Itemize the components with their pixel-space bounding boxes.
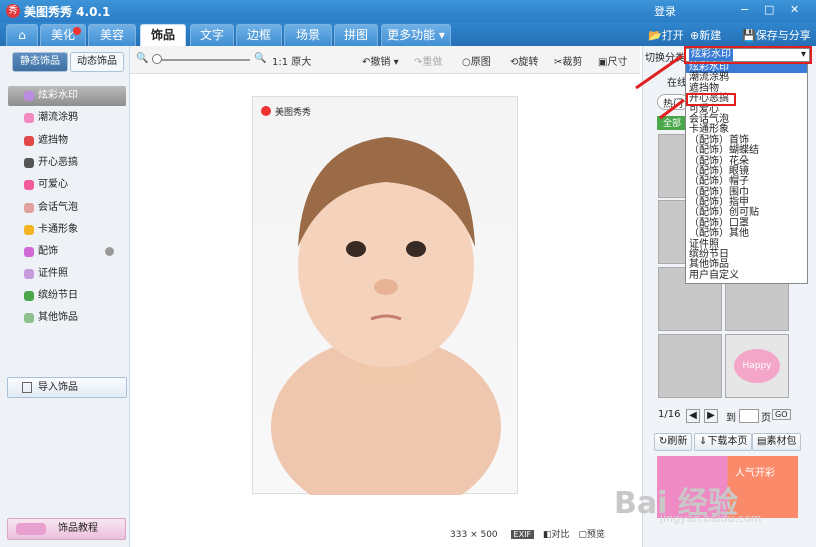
red-arrows <box>635 54 685 120</box>
sidebar-item-cover[interactable]: 遮挡物 <box>8 131 126 151</box>
gift-icon <box>24 291 34 301</box>
resize-button[interactable]: ▣尺寸 <box>598 53 627 68</box>
home-icon: ⌂ <box>18 28 26 42</box>
sidebar-item-bubble[interactable]: 会话气泡 <box>8 198 126 218</box>
crop-button[interactable]: ✂裁剪 <box>554 53 582 68</box>
exif-button[interactable]: EXIF <box>510 530 535 539</box>
watermark-icon <box>24 91 34 101</box>
id-photo-icon <box>24 269 34 279</box>
undo-button[interactable]: ↶撤销 ▾ <box>362 53 399 68</box>
open-button[interactable]: 📂打开 <box>648 27 684 43</box>
prev-page-button[interactable]: ◀ <box>686 409 700 423</box>
import-icon <box>22 382 32 393</box>
heart-icon <box>24 180 34 190</box>
tab-scene[interactable]: 场景 <box>284 24 332 46</box>
app-title: 美图秀秀 4.0.1 <box>24 5 111 19</box>
sidebar-item-decor[interactable]: 配饰 <box>8 242 126 262</box>
login-link[interactable]: 登录 <box>654 3 676 19</box>
title-bar: 秀 美图秀秀 4.0.1 登录 − □ ✕ <box>0 0 816 22</box>
baby-illustration <box>271 137 501 495</box>
minimize-button[interactable]: − <box>740 3 749 16</box>
home-tab[interactable]: ⌂ <box>6 24 38 46</box>
tab-accessories[interactable]: 饰品 <box>140 24 186 46</box>
actual-size-button[interactable]: 1:1 原大 <box>272 53 311 68</box>
baby-photo[interactable]: 美图秀秀 <box>252 96 518 495</box>
page-unit-label: 页 <box>761 413 771 424</box>
sidebar-item-funny[interactable]: 开心恶搞 <box>8 153 126 173</box>
original-button[interactable]: ○原图 <box>462 53 491 68</box>
highlight-box-dropdown <box>684 46 812 64</box>
page-input[interactable] <box>739 409 759 423</box>
save-share-button[interactable]: 💾保存与分享 <box>742 27 811 43</box>
category-option[interactable]: 用户自定义 <box>686 270 807 281</box>
preview-button[interactable]: ▢预览 <box>578 530 605 540</box>
maximize-button[interactable]: □ <box>764 3 774 16</box>
category-option[interactable]: （配饰）蝴蝶结 <box>686 145 807 156</box>
refresh-button[interactable]: ↻刷新 <box>654 433 693 451</box>
compare-button[interactable]: ◧对比 <box>543 530 570 540</box>
zoom-in-icon[interactable]: 🔍 <box>254 53 266 64</box>
image-height: 500 <box>480 530 498 540</box>
zoom-slider[interactable] <box>154 59 250 61</box>
tab-beautify[interactable]: 美化 <box>40 24 86 46</box>
cover-icon <box>24 136 34 146</box>
page-indicator: 1/16 <box>658 409 681 420</box>
status-bar: 333 × 500 EXIF ◧对比 ▢预览 <box>450 530 605 540</box>
nav-bar: ⌂ 美化 美容 饰品 文字 边框 场景 拼图 更多功能 ▾ 📂打开 ⊕新建 💾保… <box>0 22 816 46</box>
sidebar: 静态饰品 动态饰品 炫彩水印 潮流涂鸦 遮挡物 开心恶搞 可爱心 会话气泡 卡通… <box>0 46 130 547</box>
sidebar-item-festival[interactable]: 缤纷节日 <box>8 286 126 306</box>
zoom-slider-handle[interactable] <box>152 54 162 64</box>
expand-icon[interactable] <box>105 247 114 256</box>
import-accessory-button[interactable]: 导入饰品 <box>7 377 127 398</box>
goto-label: 到 <box>726 413 736 424</box>
tab-frame[interactable]: 边框 <box>236 24 282 46</box>
cartoon-icon <box>24 225 34 235</box>
sidebar-item-graffiti[interactable]: 潮流涂鸦 <box>8 108 126 128</box>
sidebar-item-id-photo[interactable]: 证件照 <box>8 264 126 284</box>
sidebar-item-watermark[interactable]: 炫彩水印 <box>8 86 126 106</box>
close-button[interactable]: ✕ <box>790 3 799 16</box>
download-page-button[interactable]: ⇓下载本页 <box>694 433 753 451</box>
material-pack-button[interactable]: ▤素材包 <box>752 433 802 451</box>
accessory-tutorial-button[interactable]: 饰品教程 <box>7 518 126 540</box>
zoom-out-icon[interactable]: 🔍 <box>136 53 148 64</box>
star-icon <box>24 313 34 323</box>
toolbar: 🔍 🔍 1:1 原大 ↶撤销 ▾ ↷重做 ○原图 ⟲旋转 ✂裁剪 ▣尺寸 <box>130 46 640 74</box>
next-page-button[interactable]: ▶ <box>704 409 718 423</box>
highlight-box-option <box>686 93 736 106</box>
tutorial-icon <box>16 523 46 535</box>
go-button[interactable]: GO <box>772 409 791 420</box>
bow-icon <box>24 247 34 257</box>
sidebar-item-other[interactable]: 其他饰品 <box>8 308 126 328</box>
material-thumb-happy[interactable]: Happy <box>725 334 789 398</box>
bubble-icon <box>24 203 34 213</box>
tab-collage[interactable]: 拼图 <box>334 24 378 46</box>
sidebar-item-heart[interactable]: 可爱心 <box>8 175 126 195</box>
image-width: 333 <box>450 530 468 540</box>
tab-more[interactable]: 更多功能 ▾ <box>381 24 451 46</box>
tab-beauty[interactable]: 美容 <box>88 24 136 46</box>
sidebar-item-cartoon[interactable]: 卡通形象 <box>8 220 126 240</box>
notification-dot <box>73 27 81 35</box>
tab-text[interactable]: 文字 <box>190 24 234 46</box>
new-button[interactable]: ⊕新建 <box>690 27 721 43</box>
tab-dynamic-accessories[interactable]: 动态饰品 <box>70 52 124 72</box>
lips-icon <box>24 113 34 123</box>
baidu-url: jingyan.baidu.com <box>660 512 762 525</box>
rotate-button[interactable]: ⟲旋转 <box>510 53 538 68</box>
mustache-icon <box>24 158 34 168</box>
material-thumb[interactable] <box>658 334 722 398</box>
redo-button[interactable]: ↷重做 <box>414 53 442 68</box>
app-logo-icon: 秀 <box>6 4 20 18</box>
tab-static-accessories[interactable]: 静态饰品 <box>12 52 68 72</box>
